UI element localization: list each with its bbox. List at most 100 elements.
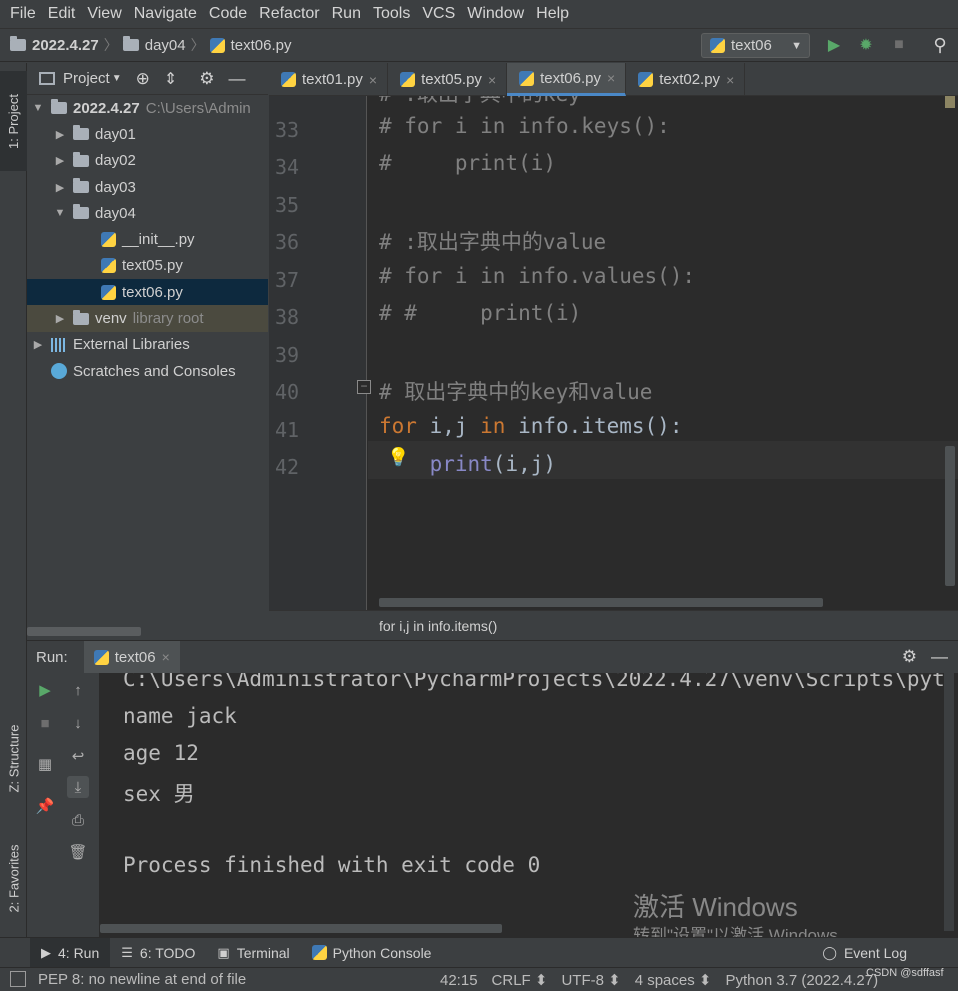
tree-item-scratches[interactable]: Scratches and Consoles (27, 358, 268, 384)
line-number-gutter: 33 34 35 36 37 38 39 40 41 42 − (269, 96, 371, 610)
hide-panel-icon[interactable]: — (229, 69, 246, 89)
menu-tools[interactable]: Tools (367, 5, 416, 23)
code-editor[interactable]: 33 34 35 36 37 38 39 40 41 42 − # :取出字典中… (269, 96, 958, 610)
menu-file[interactable]: File (4, 5, 42, 23)
tool-tab-run[interactable]: ▶ 4: Run (30, 937, 111, 968)
console-line: C:\Users\Administrator\PycharmProjects\2… (123, 673, 945, 691)
breadcrumb-separator: 〉 (103, 37, 118, 53)
layout-icon[interactable]: ▦ (34, 753, 56, 775)
tree-item-day02[interactable]: ▶ day02 (27, 148, 268, 174)
tool-tab-project[interactable]: 1: Project (0, 71, 27, 171)
line-number: 42 (275, 455, 300, 479)
event-log-icon: ◯ (822, 944, 837, 960)
python-file-icon (519, 70, 535, 86)
run-button[interactable]: ▶ (823, 34, 845, 56)
tab-text05[interactable]: text05.py × (388, 63, 508, 96)
breadcrumb-folder[interactable]: day04 (122, 36, 186, 54)
gear-icon[interactable]: ⚙ (902, 647, 917, 667)
tree-item-text06-py[interactable]: text06.py (27, 279, 268, 306)
csdn-watermark: CSDN @sdffasf (866, 967, 944, 979)
toggle-tool-windows-icon[interactable] (10, 971, 26, 987)
tool-tab-event-log[interactable]: ◯ Event Log (811, 938, 918, 968)
collapse-all-icon[interactable]: ⇕ (164, 69, 177, 89)
code-breadcrumb[interactable]: for i,j in info.items() (269, 610, 958, 640)
search-icon[interactable]: ⚲ (929, 34, 951, 56)
rerun-icon[interactable]: ▶ (34, 679, 56, 701)
menu-help[interactable]: Help (530, 5, 575, 23)
run-console[interactable]: C:\Users\Administrator\PycharmProjects\2… (100, 673, 958, 937)
run-panel-header: Run: text06 × ⚙ — (27, 640, 958, 674)
menu-refactor[interactable]: Refactor (253, 5, 325, 23)
vertical-scrollbar[interactable] (945, 446, 955, 586)
close-icon[interactable]: × (488, 72, 496, 88)
tree-item-venv[interactable]: ▶ venv library root (27, 305, 268, 332)
breadcrumb-project[interactable]: 2022.4.27 (10, 36, 99, 54)
tree-item-day01[interactable]: ▶ day01 (27, 121, 268, 147)
down-arrow-icon[interactable]: ↓ (67, 712, 89, 734)
indent-select[interactable]: 4 spaces ⬍ (635, 971, 712, 989)
console-line: Process finished with exit code 0 (123, 853, 541, 877)
folder-icon (73, 125, 89, 141)
debug-button[interactable]: ✹ (855, 34, 877, 56)
tab-text06[interactable]: text06.py × (507, 63, 627, 96)
tree-item-init-py[interactable]: __init__.py (27, 226, 268, 252)
tree-item-day04[interactable]: ▼ day04 (27, 200, 268, 226)
locate-file-icon[interactable]: ⊕ (136, 69, 150, 89)
tab-text01[interactable]: text01.py × (269, 63, 389, 96)
line-separator-select[interactable]: CRLF ⬍ (492, 971, 548, 989)
tree-item-root[interactable]: ▼ 2022.4.27 C:\Users\Admin (27, 95, 268, 121)
fold-icon[interactable]: − (357, 380, 371, 394)
menu-edit[interactable]: Edit (42, 5, 82, 23)
horizontal-scrollbar[interactable] (27, 627, 141, 636)
vertical-scrollbar[interactable] (944, 673, 954, 931)
tree-item-external-libraries[interactable]: ▶ External Libraries (27, 332, 268, 358)
code-line: # for i in info.keys(): (379, 114, 670, 138)
collapsed-arrow-icon: ▶ (55, 313, 65, 326)
stop-button[interactable]: ■ (888, 34, 910, 56)
encoding-select[interactable]: UTF-8 ⬍ (561, 971, 620, 989)
stop-icon[interactable]: ■ (34, 712, 56, 734)
pin-icon[interactable]: 📌 (34, 795, 56, 817)
gear-icon[interactable]: ⚙ (199, 69, 214, 89)
menu-window[interactable]: Window (461, 5, 530, 23)
close-icon[interactable]: × (726, 72, 734, 88)
horizontal-scrollbar[interactable] (379, 598, 823, 607)
menu-navigate[interactable]: Navigate (128, 5, 203, 23)
menu-code[interactable]: Code (203, 5, 253, 23)
breadcrumb-file[interactable]: text06.py (209, 37, 291, 54)
chevron-down-icon: ▼ (791, 39, 802, 52)
tree-item-text05-py[interactable]: text05.py (27, 253, 268, 279)
run-tab[interactable]: text06 × (83, 640, 180, 674)
print-icon[interactable]: ⎙ (67, 809, 89, 831)
collapsed-arrow-icon: ▶ (33, 339, 43, 352)
tool-tab-python-console[interactable]: Python Console (301, 938, 443, 968)
code-line-41: for i,j in info.items(): (379, 414, 683, 438)
tool-tab-favorites[interactable]: 2: Favorites (0, 828, 27, 928)
run-configuration-select[interactable]: text06 ▼ (701, 33, 810, 58)
menu-vcs[interactable]: VCS (416, 5, 461, 23)
line-number: 39 (275, 343, 300, 367)
python-icon (710, 38, 725, 53)
interpreter-select[interactable]: Python 3.7 (2022.4.27) (725, 972, 878, 989)
up-arrow-icon[interactable]: ↑ (67, 679, 89, 701)
scroll-to-end-icon[interactable]: ⤓ (67, 776, 89, 798)
menu-run[interactable]: Run (326, 5, 367, 23)
tool-tab-todo[interactable]: ☰ 6: TODO (110, 938, 206, 968)
python-file-icon (281, 72, 296, 87)
trash-icon[interactable]: 🗑 (67, 841, 89, 863)
project-view-select[interactable]: Project (63, 70, 110, 87)
menu-view[interactable]: View (81, 5, 127, 23)
close-icon[interactable]: × (162, 649, 170, 665)
tool-tab-structure[interactable]: Z: Structure (0, 703, 27, 813)
line-number: 35 (275, 193, 300, 217)
tab-text02[interactable]: text02.py × (626, 63, 746, 96)
tree-item-day03[interactable]: ▶ day03 (27, 174, 268, 200)
caret-position[interactable]: 42:15 (440, 972, 478, 989)
tool-tab-terminal[interactable]: ▣ Terminal (206, 938, 300, 968)
soft-wrap-icon[interactable]: ↩ (67, 745, 89, 767)
horizontal-scrollbar[interactable] (100, 924, 502, 933)
close-icon[interactable]: × (607, 70, 615, 86)
close-icon[interactable]: × (369, 72, 377, 88)
hide-panel-icon[interactable]: — (931, 647, 948, 667)
lightbulb-icon[interactable]: 💡 (387, 447, 409, 468)
